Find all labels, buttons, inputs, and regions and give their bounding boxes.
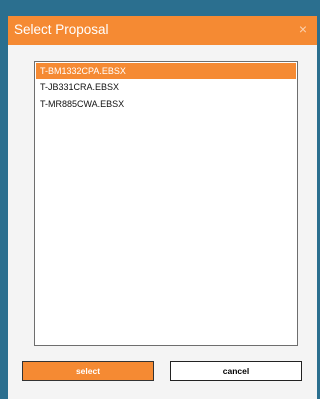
select-button[interactable]: select bbox=[22, 361, 154, 381]
select-proposal-dialog: Select Proposal × T-BM1332CPA.EBSX T-JB3… bbox=[8, 16, 317, 399]
dialog-title: Select Proposal bbox=[14, 22, 109, 37]
dialog-titlebar: Select Proposal × bbox=[8, 16, 317, 45]
list-item[interactable]: T-MR885CWA.EBSX bbox=[36, 96, 296, 112]
cancel-button[interactable]: cancel bbox=[170, 361, 302, 381]
proposal-list[interactable]: T-BM1332CPA.EBSX T-JB331CRA.EBSX T-MR885… bbox=[34, 61, 298, 346]
list-item[interactable]: T-BM1332CPA.EBSX bbox=[36, 63, 296, 79]
list-item[interactable]: T-JB331CRA.EBSX bbox=[36, 79, 296, 95]
close-icon[interactable]: × bbox=[299, 21, 307, 37]
